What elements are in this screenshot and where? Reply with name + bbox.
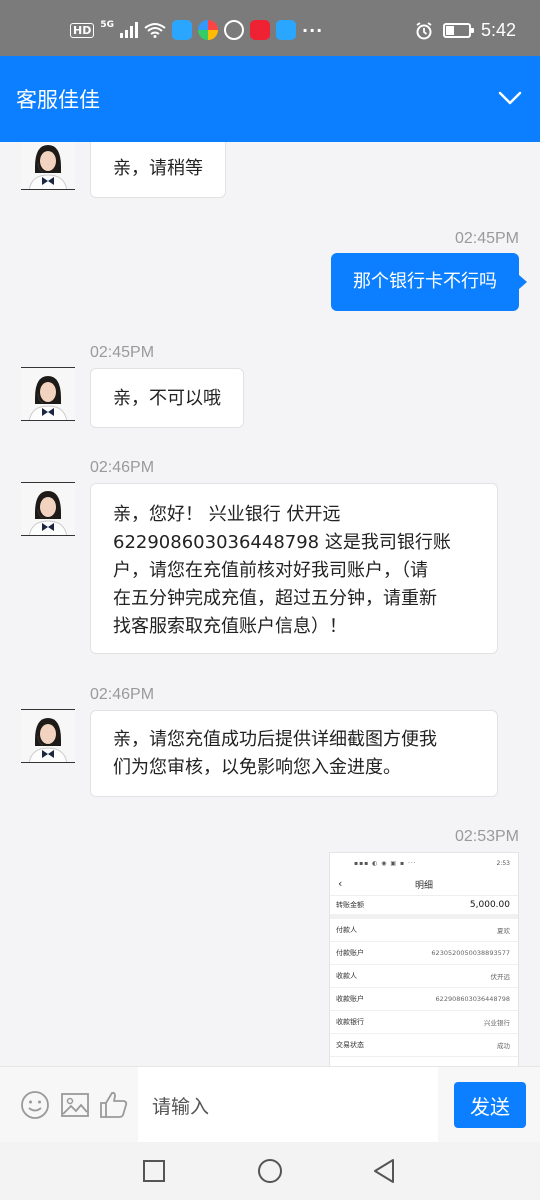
hd-badge: HD <box>70 22 95 38</box>
app-notification-icon <box>172 20 192 40</box>
system-navigation-bar <box>0 1142 540 1200</box>
receipt-row: 交易状态 成功 <box>330 1034 518 1057</box>
message-timestamp: 02:46PM <box>90 459 155 476</box>
message-line: 们为您审核，以免影响您入金进度。 <box>113 757 401 778</box>
page-title: 客服佳佳 <box>16 88 100 112</box>
receipt-row-label: 交易状态 <box>336 1041 364 1049</box>
receipt-title: 明细 <box>414 880 433 891</box>
alarm-icon <box>416 21 432 39</box>
receipt-row-value: 兴业银行 <box>484 1019 510 1027</box>
agent-avatar[interactable] <box>21 367 75 421</box>
message-line: 户，请您在充值前核对好我司账户，（请 <box>113 560 428 581</box>
home-icon[interactable] <box>257 1158 283 1184</box>
emoji-icon[interactable] <box>20 1090 50 1120</box>
receipt-row-label: 收款人 <box>336 972 357 980</box>
signal-icon <box>120 22 138 38</box>
input-bar: 请输入 发送 <box>0 1066 540 1143</box>
receipt-amount: 5,000.00 <box>469 900 510 910</box>
message-timestamp: 02:45PM <box>90 344 155 361</box>
message-input-placeholder: 请输入 <box>152 1096 210 1118</box>
receipt-row: 收款账户 622908603036448798 <box>330 988 518 1011</box>
receipt-row-label: 收款银行 <box>336 1018 364 1026</box>
agent-photo <box>21 368 75 420</box>
receipt-amount-row: 转账金额 5,000.00 <box>330 895 518 919</box>
receipt-row-value: 成功 <box>497 1042 510 1050</box>
receipt-header: ‹ 明细 <box>330 873 518 895</box>
receipt-row-label: 付款账户 <box>336 949 364 957</box>
message-text: 那个银行卡不行吗 <box>353 271 497 292</box>
message-bubble[interactable]: 那个银行卡不行吗 <box>331 253 527 311</box>
wifi-icon <box>144 23 166 38</box>
receipt-row-label: 收款账户 <box>336 995 364 1003</box>
agent-avatar[interactable] <box>21 142 75 190</box>
network-type: 5G <box>100 20 114 30</box>
thumbs-up-icon[interactable] <box>99 1090 129 1120</box>
receipt-row-value: 6230520050038893577 <box>431 949 510 957</box>
agent-photo <box>21 142 75 189</box>
receipt-amount-label: 转账金额 <box>336 901 364 909</box>
app-notification-icon <box>276 20 296 40</box>
status-icons-right: 5:42 <box>415 20 516 41</box>
back-arrow-icon: ‹ <box>338 877 343 890</box>
message-line: 亲，请您充值成功后提供详细截图方便我 <box>113 729 437 750</box>
chat-header: 客服佳佳 <box>0 56 540 142</box>
receipt-row: 收款人 伏开远 <box>330 965 518 988</box>
receipt-status-bar: ▪▪▪ ◐ ◉ ▣ ▪ ··· 2:53 <box>330 853 518 873</box>
message-timestamp: 02:45PM <box>454 230 519 247</box>
status-icons-left: HD 5G ··· <box>70 20 323 40</box>
message-text: 亲，请稍等 <box>113 158 203 179</box>
clock: 5:42 <box>480 20 516 40</box>
receipt-row: 付款人 夏欢 <box>330 919 518 942</box>
receipt-row-label: 付款人 <box>336 926 357 934</box>
send-button[interactable]: 发送 <box>454 1082 526 1128</box>
status-bar: HD 5G ··· 5:42 <box>0 0 540 56</box>
message-line: 622908603036448798 这是我司银行账 <box>113 532 451 553</box>
receipt-row-value: 伏开远 <box>490 973 511 981</box>
receipt-row-value: 夏欢 <box>497 927 510 935</box>
message-line: 找客服索取充值账户信息）！ <box>113 616 347 637</box>
app-notification-icon <box>250 20 270 40</box>
image-icon[interactable] <box>60 1090 90 1120</box>
battery-icon <box>442 23 474 38</box>
receipt-row: 付款账户 6230520050038893577 <box>330 942 518 965</box>
receipt-status-time: 2:53 <box>496 859 510 867</box>
agent-photo <box>21 710 75 762</box>
image-message[interactable]: ▪▪▪ ◐ ◉ ▣ ▪ ··· 2:53 ‹ 明细 转账金额 5,000.00 … <box>329 852 519 1066</box>
chevron-down-icon[interactable] <box>498 86 522 110</box>
receipt-status-icons: ▪▪▪ ◐ ◉ ▣ ▪ ··· <box>354 859 417 867</box>
wechat-icon <box>224 20 244 40</box>
recent-apps-icon[interactable] <box>141 1158 167 1184</box>
message-line: 在五分钟完成充值，超过五分钟，请重新 <box>113 588 437 609</box>
message-text: 亲，不可以哦 <box>113 388 221 409</box>
message-input[interactable]: 请输入 <box>138 1067 438 1143</box>
message-timestamp: 02:46PM <box>90 686 155 703</box>
receipt-row: 收款银行 兴业银行 <box>330 1011 518 1034</box>
more-notifications-icon: ··· <box>302 20 324 40</box>
app-notification-icon <box>198 20 218 40</box>
agent-avatar[interactable] <box>21 482 75 536</box>
message-bubble[interactable]: 亲，请您充值成功后提供详细截图方便我 们为您审核，以免影响您入金进度。 <box>90 710 498 797</box>
message-bubble[interactable]: 亲，请稍等 <box>90 142 226 198</box>
receipt-row-value: 622908603036448798 <box>435 995 510 1003</box>
message-line: 亲，您好！ 兴业银行 伏开远 <box>113 504 341 525</box>
message-bubble[interactable]: 亲，您好！ 兴业银行 伏开远 622908603036448798 这是我司银行… <box>90 483 498 654</box>
agent-avatar[interactable] <box>21 709 75 763</box>
message-bubble[interactable]: 亲，不可以哦 <box>90 368 244 428</box>
agent-photo <box>21 483 75 535</box>
message-timestamp: 02:53PM <box>454 828 519 845</box>
back-icon[interactable] <box>371 1158 397 1184</box>
message-list[interactable]: 亲，请稍等 02:45PM 那个银行卡不行吗 02:45PM 亲，不可以哦 02… <box>0 142 540 1066</box>
